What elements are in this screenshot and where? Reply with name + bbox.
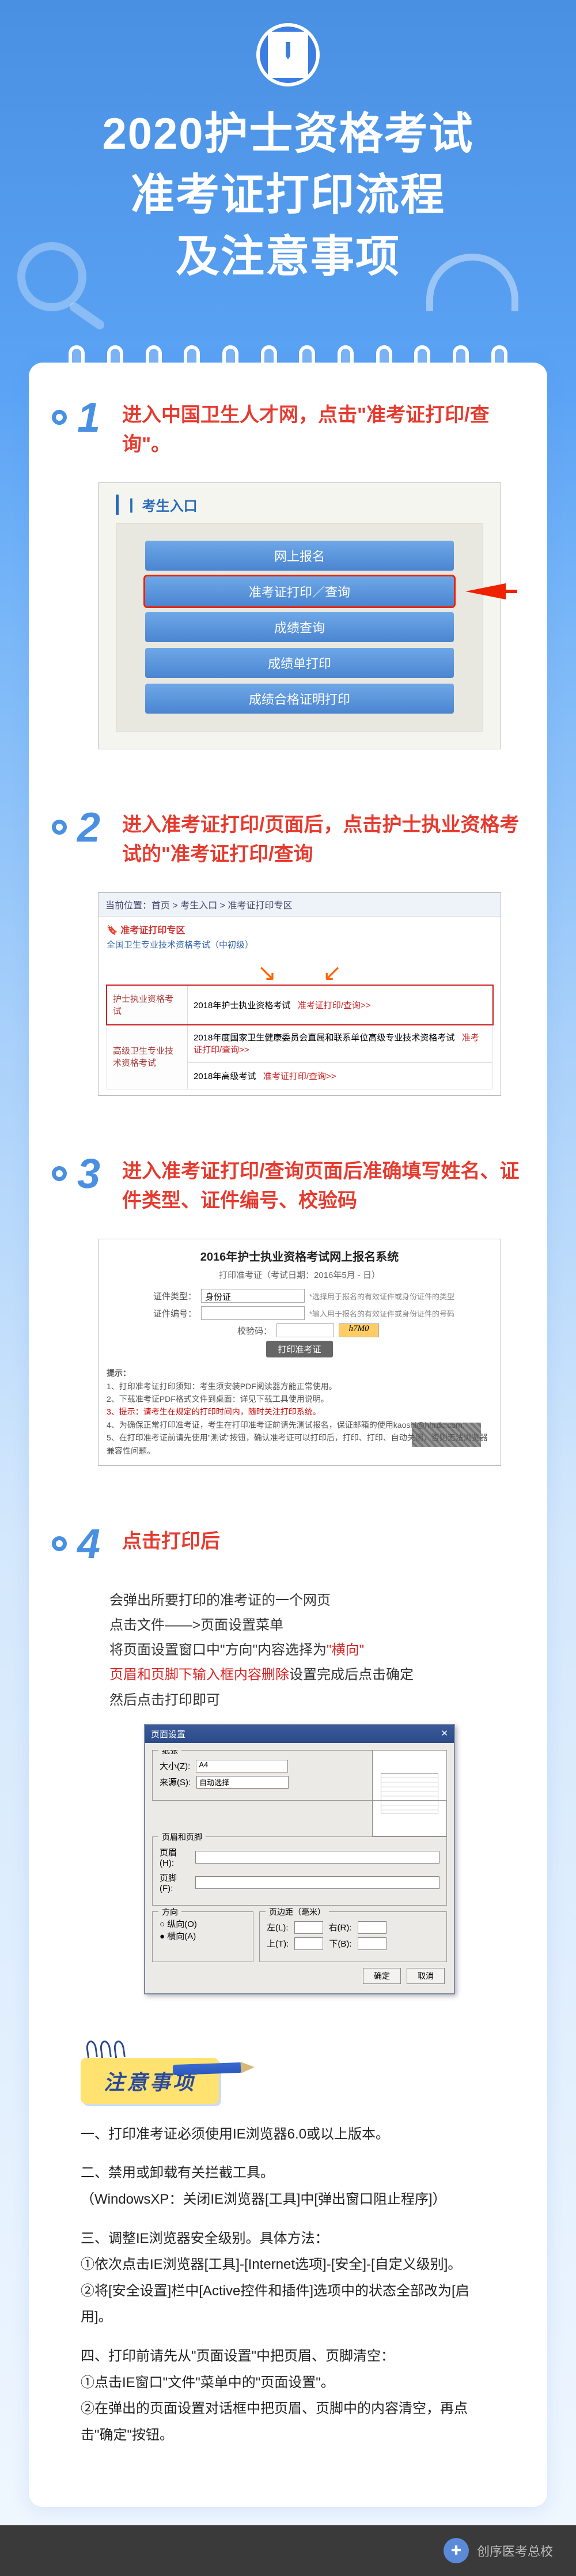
btn-score-query[interactable]: 成绩查询 xyxy=(145,612,454,642)
btn-print-ticket[interactable]: 准考证打印／查询 xyxy=(145,576,454,606)
step-dot xyxy=(52,1536,67,1551)
select-paper-source[interactable]: 自动选择 xyxy=(196,1776,289,1789)
group-paper: 纸张 xyxy=(158,1750,181,1756)
input-margin-top[interactable] xyxy=(294,1937,323,1950)
attention-item-3: 三、调整IE浏览器安全级别。具体方法： ①依次点击IE浏览器[工具]-[Inte… xyxy=(81,2226,495,2330)
step-3-screenshot: 2016年护士执业资格考试网上报名系统 打印准考证（考试日期：2016年5月 -… xyxy=(98,1239,501,1466)
select-paper-size[interactable]: A4 xyxy=(196,1760,288,1772)
captcha-image: h7M0 xyxy=(339,1323,379,1337)
btn-cert-print[interactable]: 成绩合格证明打印 xyxy=(145,684,454,714)
step-1-header: 1 进入中国卫生人才网，点击"准考证打印/查询"。 xyxy=(52,397,524,459)
step-3-header: 3 进入准考证打印/查询页面后准确填写姓名、证件类型、证件编号、校验码 xyxy=(52,1153,524,1216)
input-id-number[interactable] xyxy=(201,1306,305,1320)
row-label: 护士执业资格考试 xyxy=(107,986,188,1024)
cancel-button[interactable]: 取消 xyxy=(407,1968,445,1984)
step-number: 4 xyxy=(77,1523,112,1565)
step-4-title: 点击打印后 xyxy=(122,1527,220,1556)
zone-badge: 🔖 准考证打印专区 xyxy=(107,922,492,936)
form-notes: 提示： 1、打印准考证打印须知：考生须安装PDF阅读器方能正常使用。 2、下载准… xyxy=(107,1367,492,1457)
footer-bar: ✚ 创序医考总校 xyxy=(0,2525,576,2576)
step-2-header: 2 进入准考证打印/页面后，点击护士执业资格考试的"准考证打印/查询 xyxy=(52,807,524,869)
step-number: 3 xyxy=(77,1153,112,1195)
label-id-number: 证件编号： xyxy=(145,1307,196,1319)
step-2-screenshot: 当前位置：首页 > 考生入口 > 准考证打印专区 🔖 准考证打印专区 全国卫生专… xyxy=(98,892,501,1096)
magnifier-icon xyxy=(17,242,86,311)
content-card: 1 进入中国卫生人才网，点击"准考证打印/查询"。 ┃ 考生入口 网上报名 准考… xyxy=(29,363,547,2507)
btn-score-print[interactable]: 成绩单打印 xyxy=(145,648,454,678)
form-subtitle: 打印准考证（考试日期：2016年5月 - 日） xyxy=(107,1269,492,1281)
input-captcha[interactable] xyxy=(276,1323,334,1337)
title-line-1: 2020护士资格考试 xyxy=(23,104,553,165)
attention-body: 一、打印准考证必须使用IE浏览器6.0或以上版本。 二、禁用或卸载有关拦截工具。… xyxy=(52,2121,524,2449)
ok-button[interactable]: 确定 xyxy=(363,1968,401,1984)
step-4-body: 会弹出所要打印的准考证的一个网页 点击文件——>页面设置菜单 将页面设置窗口中"… xyxy=(109,1588,501,1713)
select-id-type[interactable]: 身份证 xyxy=(201,1289,305,1303)
label-id-type: 证件类型： xyxy=(145,1290,196,1302)
input-footer[interactable] xyxy=(195,1876,439,1889)
group-orientation: 方向 xyxy=(158,1906,181,1918)
step-dot xyxy=(52,410,67,425)
group-header-footer: 页眉和页脚 xyxy=(158,1831,206,1843)
eyelash-icon xyxy=(86,2041,524,2058)
step-3-title: 进入准考证打印/查询页面后准确填写姓名、证件类型、证件编号、校验码 xyxy=(122,1157,524,1216)
page-setup-dialog: 页面设置 ✕ 纸张 大小(Z): A4 来源(S): 自动选择 xyxy=(144,1724,455,1994)
footer-brand: 创序医考总校 xyxy=(477,2541,553,2560)
close-icon[interactable]: ✕ xyxy=(441,1728,448,1740)
step-4-header: 4 点击打印后 xyxy=(52,1523,524,1565)
pencil-icon xyxy=(173,2062,242,2075)
radio-portrait[interactable]: ○ 纵向(O) xyxy=(160,1918,246,1930)
print-link[interactable]: 准考证打印/查询>> xyxy=(263,1072,336,1081)
attention-item-1: 一、打印准考证必须使用IE浏览器6.0或以上版本。 xyxy=(81,2121,495,2148)
attention-tag: 注意事项 xyxy=(81,2058,219,2104)
arrow-down-icon: ↘ xyxy=(257,960,276,986)
arrow-down-icon: ↙ xyxy=(323,960,342,986)
step-1-screenshot: ┃ 考生入口 网上报名 准考证打印／查询 成绩查询 成绩单打印 成绩合格证明打印 xyxy=(98,482,501,749)
header-logo xyxy=(0,0,576,86)
attention-item-4: 四、打印前请先从"页面设置"中把页眉、页脚清空： ①点击IE窗口"文件"菜单中的… xyxy=(81,2343,495,2448)
print-link[interactable]: 准考证打印/查询>> xyxy=(298,1001,371,1010)
exam-table: 护士执业资格考试 2018年护士执业资格考试 准考证打印/查询>> 高级卫生专业… xyxy=(107,985,492,1089)
input-header[interactable] xyxy=(195,1851,439,1864)
breadcrumb: 当前位置：首页 > 考生入口 > 准考证打印专区 xyxy=(98,893,501,917)
title-line-2: 准考证打印流程 xyxy=(23,165,553,226)
input-margin-right[interactable] xyxy=(358,1921,386,1934)
btn-print-admission[interactable]: 打印准考证 xyxy=(266,1341,332,1357)
input-margin-left[interactable] xyxy=(294,1921,323,1934)
dialog-title: 页面设置 xyxy=(151,1728,185,1740)
step-2-title: 进入准考证打印/页面后，点击护士执业资格考试的"准考证打印/查询 xyxy=(122,810,524,869)
footer-logo-icon: ✚ xyxy=(444,2538,469,2563)
attention-item-2: 二、禁用或卸载有关拦截工具。 （WindowsXP：关闭IE浏览器[工具]中[弹… xyxy=(81,2160,495,2212)
input-margin-bottom[interactable] xyxy=(358,1937,386,1950)
step-number: 1 xyxy=(77,397,112,439)
btn-online-register[interactable]: 网上报名 xyxy=(145,541,454,571)
row-label: 高级卫生专业技术资格考试 xyxy=(107,1024,188,1089)
radio-landscape[interactable]: ● 横向(A) xyxy=(160,1930,246,1942)
step-1-title: 进入中国卫生人才网，点击"准考证打印/查询"。 xyxy=(122,401,524,459)
portal-heading: ┃ 考生入口 xyxy=(116,495,483,515)
group-title: 全国卫生专业技术资格考试（中初级） xyxy=(107,938,492,951)
step-number: 2 xyxy=(77,807,112,848)
label-captcha: 校验码： xyxy=(220,1325,272,1337)
group-margins: 页边距（毫米） xyxy=(266,1906,329,1918)
form-title: 2016年护士执业资格考试网上报名系统 xyxy=(107,1247,492,1264)
highlight-arrow-icon xyxy=(465,583,506,599)
step-dot xyxy=(52,1166,67,1181)
step-dot xyxy=(52,820,67,835)
